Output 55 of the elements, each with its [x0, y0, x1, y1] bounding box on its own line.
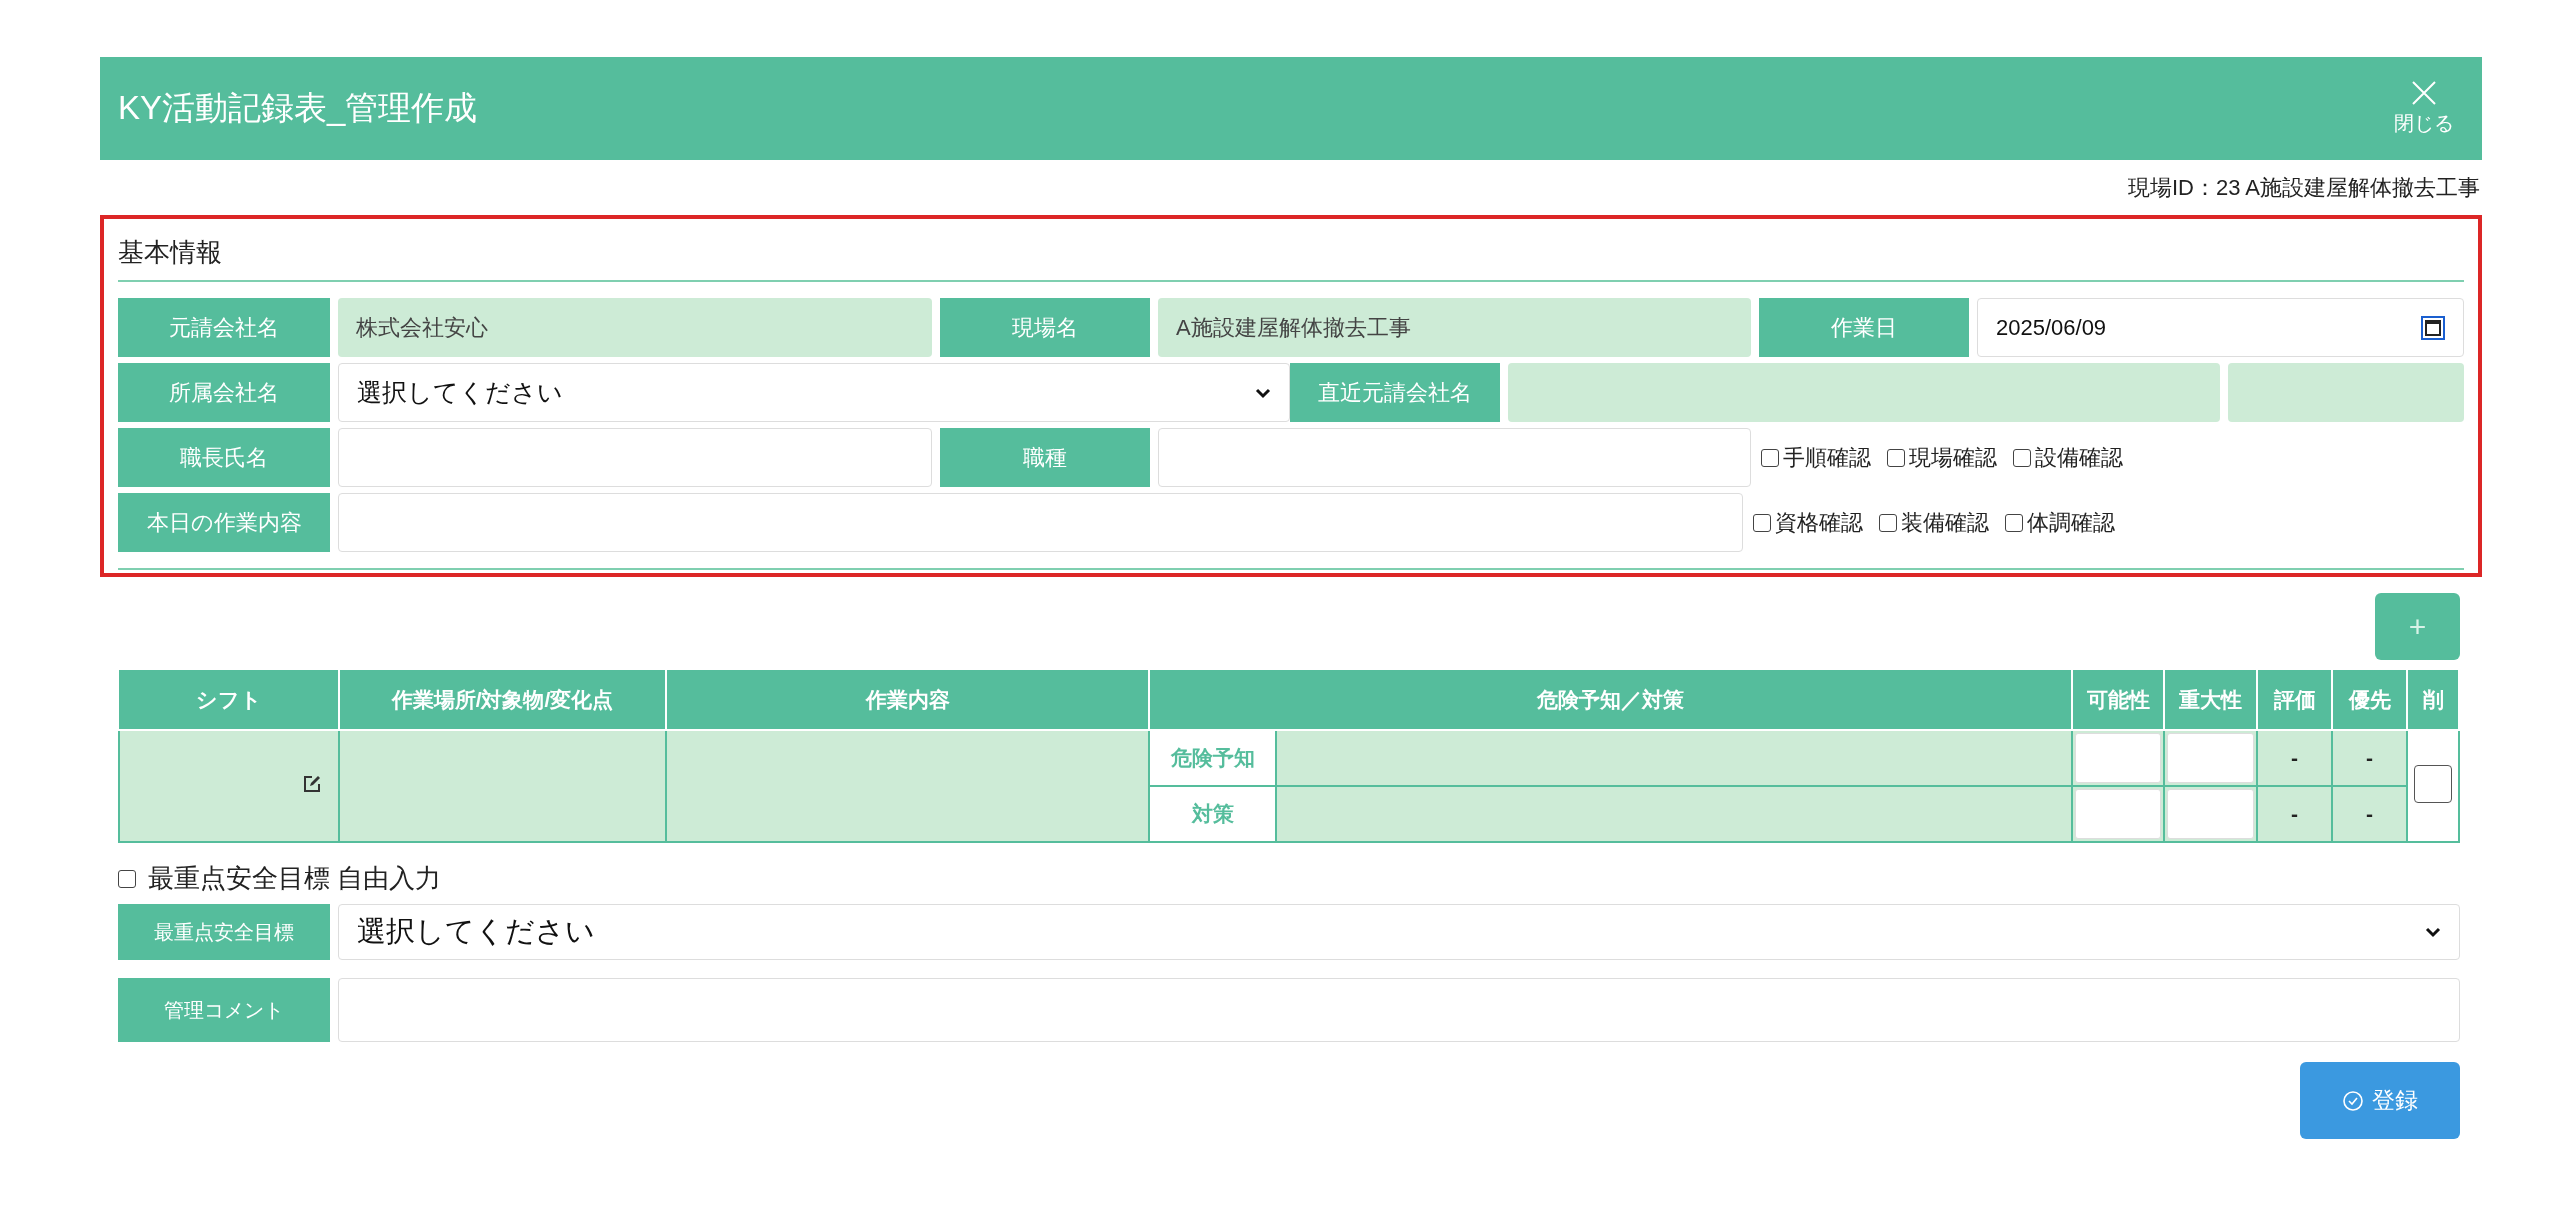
column-header: シフト [119, 670, 339, 730]
confirm-checkbox[interactable]: 装備確認 [1879, 507, 1989, 538]
edit-icon[interactable] [302, 773, 322, 794]
table-cell: - [2257, 786, 2332, 842]
date-field[interactable]: 2025/06/09 [1977, 298, 2464, 357]
confirm-checkbox[interactable]: 手順確認 [1761, 442, 1871, 473]
table-cell: - [2332, 786, 2407, 842]
readonly-field: A施設建屋解体撤去工事 [1158, 298, 1751, 357]
delete-checkbox[interactable] [2414, 764, 2452, 803]
field-label: 管理コメント [118, 978, 330, 1042]
input-field[interactable] [338, 493, 1743, 552]
field-label: 本日の作業内容 [118, 493, 330, 552]
calendar-icon[interactable] [2421, 315, 2445, 340]
close-icon [2411, 80, 2437, 106]
confirm-checkbox[interactable]: 現場確認 [1887, 442, 1997, 473]
input-field[interactable] [2075, 789, 2161, 839]
input-field[interactable] [2167, 789, 2254, 839]
column-header: 作業場所/対象物/変化点 [339, 670, 666, 730]
confirm-checkbox[interactable]: 体調確認 [2005, 507, 2115, 538]
column-header: 削 [2407, 670, 2459, 730]
chevron-down-icon [2425, 926, 2441, 938]
row-label: 対策 [1149, 786, 1276, 842]
free-input-checkbox[interactable]: 最重点安全目標 自由入力 [118, 861, 442, 896]
field-label: 現場名 [940, 298, 1150, 357]
column-header: 重大性 [2164, 670, 2257, 730]
column-header: 作業内容 [666, 670, 1149, 730]
input-field[interactable] [2167, 733, 2254, 783]
input-field[interactable] [338, 428, 932, 487]
input-field[interactable] [2075, 733, 2161, 783]
field-label: 作業日 [1759, 298, 1969, 357]
input-field[interactable] [1158, 428, 1751, 487]
readonly-field: 株式会社安心 [338, 298, 932, 357]
confirm-checkbox[interactable]: 資格確認 [1753, 507, 1863, 538]
column-header: 優先 [2332, 670, 2407, 730]
window-title: KY活動記録表_管理作成 [118, 88, 478, 128]
section-title: 基本情報 [118, 229, 2464, 282]
column-header: 評価 [2257, 670, 2332, 730]
field-label: 直近元請会社名 [1290, 363, 1500, 422]
field-label: 職種 [940, 428, 1150, 487]
table-cell: - [2332, 730, 2407, 786]
field-label: 職長氏名 [118, 428, 330, 487]
column-header: 危険予知／対策 [1149, 670, 2072, 730]
company-select[interactable]: 選択してください [338, 363, 1290, 422]
row-label: 危険予知 [1149, 730, 1276, 786]
field-label: 最重点安全目標 [118, 904, 330, 960]
chevron-down-icon [1255, 386, 1271, 399]
safety-goal-select[interactable]: 選択してください [338, 904, 2460, 960]
field-label: 元請会社名 [118, 298, 330, 357]
column-header: 可能性 [2072, 670, 2164, 730]
comment-field[interactable] [338, 978, 2460, 1042]
site-id-text: 現場ID：23 A施設建屋解体撤去工事 [2127, 175, 2480, 200]
field-label: 所属会社名 [118, 363, 330, 422]
confirm-checkbox[interactable]: 設備確認 [2013, 442, 2123, 473]
check-circle-icon [2342, 1089, 2364, 1112]
table-cell: - [2257, 730, 2332, 786]
